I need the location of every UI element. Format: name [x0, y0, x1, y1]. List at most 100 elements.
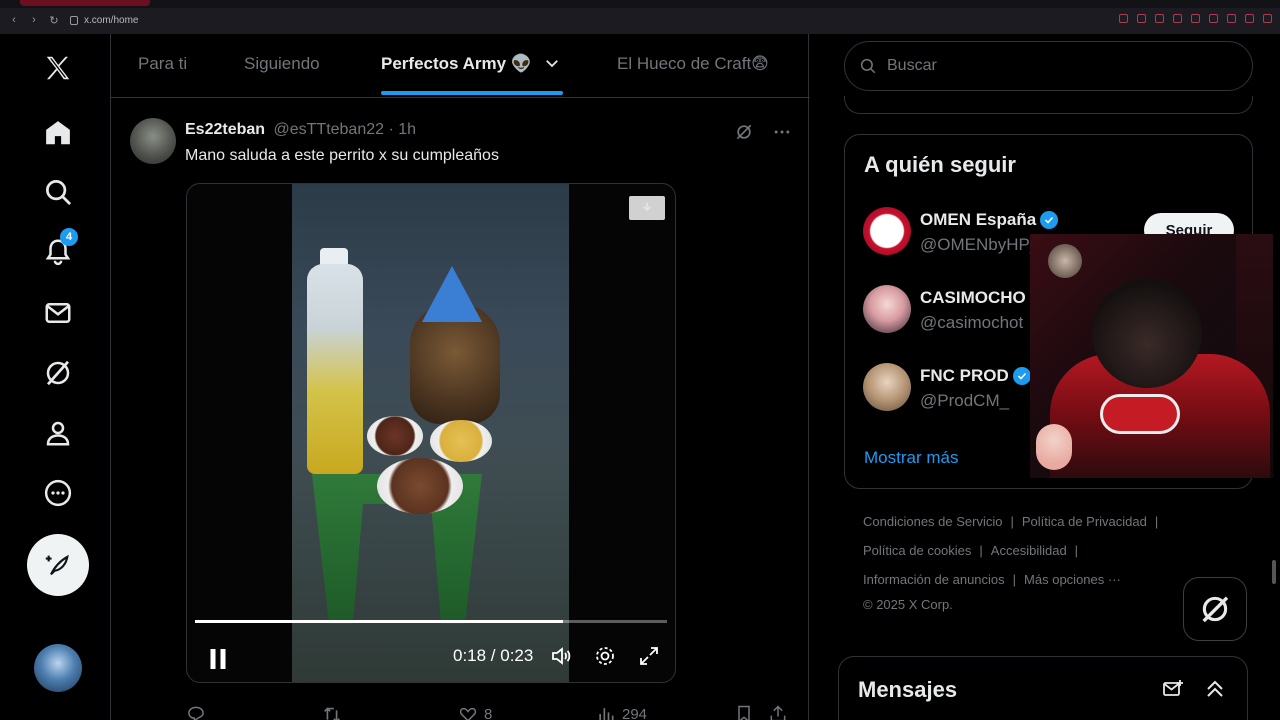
address-bar[interactable]: x.com/home	[70, 15, 138, 26]
footer-link[interactable]: Información de anuncios	[863, 572, 1005, 587]
messages-drawer[interactable]: Mensajes	[838, 656, 1248, 720]
nav-profile[interactable]	[28, 409, 88, 457]
copyright: © 2025 X Corp.	[863, 597, 953, 612]
browser-nav-buttons: ‹ › ↻	[8, 14, 60, 27]
footer-link[interactable]: Accesibilidad	[991, 543, 1067, 558]
nav-notifications[interactable]: 4	[28, 228, 88, 276]
search-input[interactable]: Buscar	[844, 41, 1253, 91]
nav-explore[interactable]	[28, 168, 88, 216]
webcam-mascot-sticker	[1036, 424, 1072, 470]
grok-floating-button[interactable]	[1183, 577, 1247, 641]
browser-tabstrip	[0, 0, 1280, 8]
share-button[interactable]	[768, 704, 788, 720]
omen-avatar[interactable]	[863, 207, 911, 255]
reply-icon	[188, 706, 204, 720]
grok-icon	[1202, 596, 1229, 623]
casimocho-avatar[interactable]	[863, 285, 911, 333]
back-icon[interactable]: ‹	[8, 14, 20, 27]
volume-icon[interactable]	[549, 644, 573, 668]
views-chart-icon	[599, 708, 614, 720]
reload-icon[interactable]: ↻	[48, 14, 60, 27]
reply-button[interactable]	[186, 704, 206, 720]
nav-grok[interactable]	[28, 349, 88, 397]
download-icon[interactable]	[1245, 14, 1254, 23]
notifications-badge: 4	[60, 228, 78, 246]
account-avatar[interactable]	[34, 644, 82, 692]
pause-icon	[210, 649, 226, 669]
settings-gear-icon[interactable]	[593, 644, 617, 668]
webcam-cloud-pattern	[1100, 394, 1180, 434]
fnc-prod-avatar[interactable]	[863, 363, 911, 411]
tweet-author-avatar[interactable]	[130, 118, 176, 164]
video-progress-bar[interactable]	[195, 620, 667, 623]
fullscreen-icon[interactable]	[637, 644, 661, 668]
main-timeline: Para ti Siguiendo Perfectos Army 👽 El Hu…	[110, 34, 810, 720]
heart-icon[interactable]	[1209, 14, 1218, 23]
extensions-icon[interactable]	[1227, 14, 1236, 23]
suggestion-handle: @ProdCM_	[920, 391, 1010, 410]
video-player[interactable]: 0:18 / 0:23	[186, 183, 676, 683]
footer-separator: |	[1012, 572, 1017, 587]
zoom-icon[interactable]	[1119, 14, 1128, 23]
retweet-button[interactable]	[321, 704, 343, 720]
suggestion-name: OMEN España	[920, 210, 1059, 230]
shield-icon[interactable]	[1173, 14, 1182, 23]
views-button[interactable]: 294	[596, 704, 647, 720]
pause-button[interactable]	[203, 644, 233, 679]
menu-icon[interactable]	[1263, 14, 1272, 23]
grok-icon	[46, 360, 70, 386]
tweet[interactable]: Es22teban @esTTteban22 · 1h Mano saluda …	[111, 104, 810, 720]
browser-active-tab[interactable]	[20, 0, 150, 6]
heart-icon	[459, 707, 477, 720]
pin-icon[interactable]	[1137, 14, 1146, 23]
view-count: 294	[622, 705, 648, 720]
compose-post-button[interactable]	[27, 534, 89, 596]
webcam-microphone	[1048, 244, 1082, 278]
url-text: x.com/home	[84, 14, 139, 26]
play-icon[interactable]	[1191, 14, 1200, 23]
suggestion-name-text: CASIMOCHO	[920, 288, 1026, 307]
tab-siguiendo[interactable]: Siguiendo	[244, 54, 320, 74]
new-message-icon[interactable]	[1161, 677, 1185, 701]
suggestion-handle: @casimochot	[920, 313, 1024, 332]
show-more-link[interactable]: Mostrar más	[864, 448, 958, 468]
footer-more-options[interactable]: Más opciones ···	[1024, 572, 1121, 587]
bookmark-icon[interactable]	[1155, 14, 1164, 23]
grok-icon[interactable]	[734, 122, 754, 142]
download-icon	[643, 202, 651, 212]
video-download-button[interactable]	[629, 196, 665, 220]
video-time: 0:18 / 0:23	[453, 646, 534, 665]
previous-module-edge	[844, 96, 1253, 114]
nav-more[interactable]	[28, 469, 88, 517]
left-sidebar: 4	[0, 34, 110, 720]
party-hat	[422, 266, 482, 322]
x-logo[interactable]	[28, 44, 88, 92]
nav-messages[interactable]	[28, 289, 88, 337]
tweet-actions: 8 294	[186, 704, 796, 720]
tab-para-ti[interactable]: Para ti	[138, 54, 187, 74]
footer-link[interactable]: Política de cookies	[863, 543, 971, 558]
tab-el-hueco-de-craft[interactable]: El Hueco de Craft😨	[617, 54, 769, 74]
more-options-icon[interactable]	[772, 122, 792, 142]
page-scrollbar[interactable]	[1272, 560, 1276, 584]
chevrons-up-icon[interactable]	[1203, 677, 1227, 701]
retweet-icon	[324, 707, 340, 720]
mail-icon	[45, 303, 71, 323]
forward-icon[interactable]: ›	[28, 14, 40, 27]
video-progress-fill	[195, 620, 564, 623]
user-icon	[46, 421, 70, 446]
chevron-down-icon[interactable]	[543, 54, 561, 72]
bookmark-button[interactable]	[734, 704, 754, 720]
tweet-author-name[interactable]: Es22teban	[185, 121, 265, 138]
tweet-author-handle[interactable]: @esTTteban22 · 1h	[274, 121, 417, 138]
soda-bottle	[307, 264, 363, 474]
tab-perfectos-army[interactable]: Perfectos Army 👽	[381, 54, 561, 74]
verified-badge-icon	[1012, 367, 1031, 385]
nav-home[interactable]	[28, 109, 88, 157]
active-tab-indicator	[381, 91, 563, 95]
footer-link[interactable]: Condiciones de Servicio	[863, 514, 1002, 529]
suggestion-name: FNC PROD	[920, 366, 1031, 386]
footer-link[interactable]: Política de Privacidad	[1022, 514, 1147, 529]
suggestion-name-text: OMEN España	[920, 210, 1037, 229]
like-button[interactable]: 8	[458, 704, 492, 720]
